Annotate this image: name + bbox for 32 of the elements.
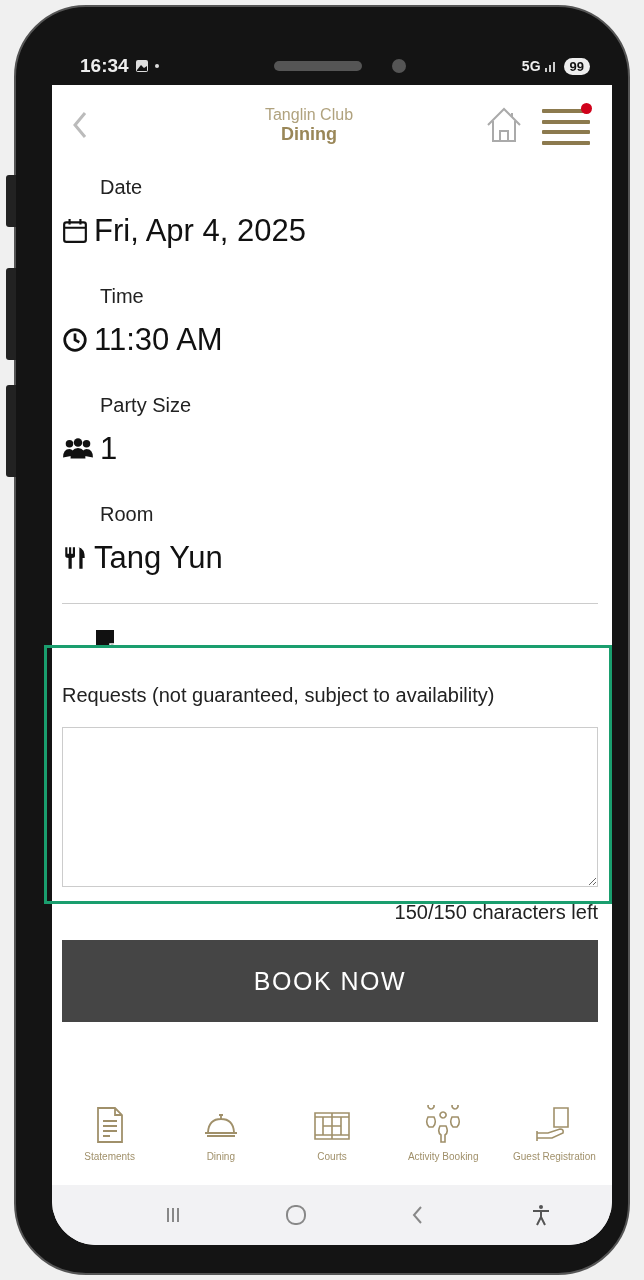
field-value: Tang Yun xyxy=(94,540,223,576)
club-name: Tanglin Club xyxy=(264,105,354,124)
field-label: Party Size xyxy=(100,393,193,418)
status-time: 16:34 xyxy=(80,55,129,77)
tab-bar-item[interactable]: Dining xyxy=(165,1105,277,1162)
fork-knife-icon xyxy=(62,545,88,571)
book-now-button[interactable]: BOOK NOW xyxy=(62,940,598,1022)
tab-bar-item[interactable]: Statements xyxy=(54,1105,166,1162)
tab-bar-item[interactable]: Guest Registration xyxy=(498,1105,610,1162)
signal-icon xyxy=(543,60,558,72)
requests-field[interactable] xyxy=(62,727,598,887)
tab-bar-item[interactable]: Activity Booking xyxy=(387,1105,499,1162)
network-type: 5G xyxy=(521,58,541,74)
field-value: Fri, Apr 4, 2025 xyxy=(94,213,306,249)
clock-icon xyxy=(62,327,88,353)
field-label: Time xyxy=(100,284,145,309)
notification-dot-icon xyxy=(154,64,159,68)
field-label: Date xyxy=(100,175,144,200)
camera-icon xyxy=(392,59,407,73)
requests-label: Requests (not guaranteed, subject to availability) xyxy=(62,684,496,707)
character-counter: 150/150 characters left xyxy=(394,901,598,924)
field-label: Room xyxy=(100,502,155,527)
field-value: 11:30 AM xyxy=(94,322,223,358)
battery-level: 99 xyxy=(563,57,590,75)
field-value: 1 xyxy=(100,431,118,467)
page-title: Dining xyxy=(281,123,337,145)
home-button-icon[interactable] xyxy=(283,1203,308,1227)
people-icon xyxy=(62,436,94,462)
tab-bar-item[interactable]: Courts xyxy=(276,1105,388,1162)
calendar-icon xyxy=(62,218,88,244)
menu-icon[interactable] xyxy=(542,103,592,147)
image-icon xyxy=(134,59,149,73)
